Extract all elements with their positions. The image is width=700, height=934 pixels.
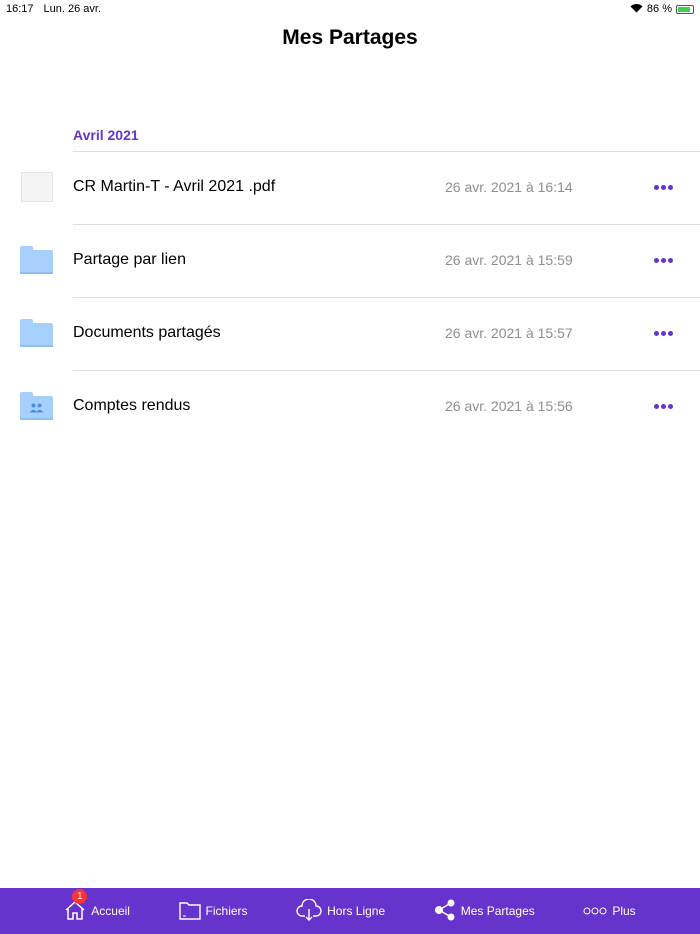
item-name: Partage par lien — [73, 251, 186, 268]
tab-label: Hors Ligne — [327, 904, 386, 918]
battery-icon — [676, 4, 694, 14]
pdf-thumbnail-icon — [21, 172, 53, 202]
more-options-button[interactable] — [652, 179, 675, 196]
tab-bar: 1 Accueil Fichiers Hors Ligne Mes Partag… — [0, 888, 700, 934]
share-icon — [434, 899, 456, 924]
page-title: Mes Partages — [282, 26, 418, 49]
tab-hors-ligne[interactable]: Hors Ligne — [296, 897, 386, 924]
notification-badge: 1 — [72, 888, 88, 904]
item-date: 26 avr. 2021 à 15:59 — [445, 252, 573, 268]
tab-label: Mes Partages — [460, 904, 535, 918]
more-icon — [583, 904, 607, 918]
folder-icon — [20, 319, 53, 347]
more-options-button[interactable] — [652, 398, 675, 415]
list-item[interactable]: Documents partagés 26 avr. 2021 à 15:57 — [0, 297, 700, 369]
tab-label: Plus — [612, 904, 636, 918]
item-date: 26 avr. 2021 à 15:57 — [445, 325, 573, 341]
tab-plus[interactable]: Plus — [583, 904, 636, 918]
list-item[interactable]: Partage par lien 26 avr. 2021 à 15:59 — [0, 224, 700, 296]
folder-outline-icon — [178, 900, 201, 923]
tab-fichiers[interactable]: Fichiers — [178, 900, 248, 923]
more-options-button[interactable] — [652, 325, 675, 342]
status-bar: 16:17 Lun. 26 avr. 86 % — [0, 0, 700, 18]
wifi-icon — [630, 3, 643, 16]
item-name: Documents partagés — [73, 324, 221, 341]
tab-label: Accueil — [91, 904, 130, 918]
tab-mes-partages[interactable]: Mes Partages — [434, 899, 535, 924]
battery-percent: 86 % — [646, 3, 672, 15]
status-time: 16:17 — [6, 3, 34, 15]
cloud-download-icon — [296, 897, 322, 924]
item-name: Comptes rendus — [73, 397, 191, 414]
list-item[interactable]: CR Martin-T - Avril 2021 .pdf 26 avr. 20… — [0, 151, 700, 223]
tab-label: Fichiers — [205, 904, 248, 918]
item-date: 26 avr. 2021 à 16:14 — [445, 179, 573, 195]
item-name: CR Martin-T - Avril 2021 .pdf — [73, 178, 276, 195]
shared-folder-icon — [20, 392, 53, 420]
item-date: 26 avr. 2021 à 15:56 — [445, 398, 573, 414]
section-header: Avril 2021 — [73, 127, 139, 143]
folder-icon — [20, 246, 53, 274]
list-item[interactable]: Comptes rendus 26 avr. 2021 à 15:56 — [0, 370, 700, 442]
tab-accueil[interactable]: 1 Accueil — [64, 888, 130, 924]
status-date: Lun. 26 avr. — [43, 3, 102, 15]
more-options-button[interactable] — [652, 252, 675, 269]
